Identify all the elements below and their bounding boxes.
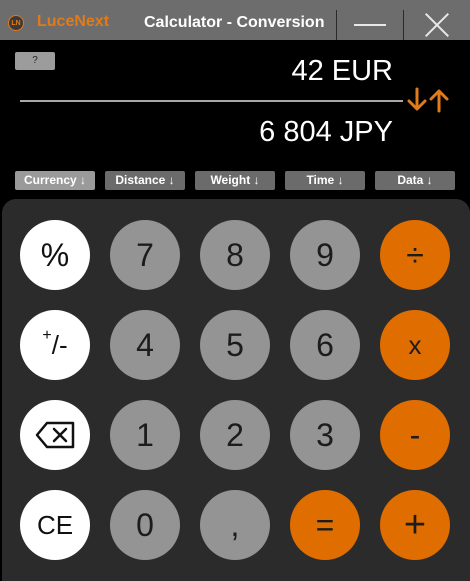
decimal-comma-key[interactable]: ,: [200, 490, 270, 560]
clear-entry-key[interactable]: CE: [20, 490, 90, 560]
percent-key[interactable]: %: [20, 220, 90, 290]
app-logo-text: LN: [11, 19, 21, 27]
digit-6-key[interactable]: 6: [290, 310, 360, 380]
converted-value: 6 804 JPY: [259, 116, 393, 148]
window-title: Calculator - Conversion: [144, 14, 325, 31]
equals-key[interactable]: =: [290, 490, 360, 560]
down-arrow-icon: [407, 87, 427, 111]
tab-distance[interactable]: Distance ↓: [105, 171, 185, 190]
tab-currency[interactable]: Currency ↓: [15, 171, 95, 190]
tab-weight[interactable]: Weight ↓: [195, 171, 275, 190]
digit-4-key[interactable]: 4: [110, 310, 180, 380]
keypad: % 7 8 9 ÷ +/- 4 5 6 x 1 2 3 - CE 0 , = +: [2, 199, 470, 581]
up-arrow-icon: [429, 89, 449, 113]
tab-time[interactable]: Time ↓: [285, 171, 365, 190]
backspace-icon: [35, 421, 75, 449]
title-bar: LN LuceNext Calculator - Conversion: [0, 0, 470, 40]
digit-9-key[interactable]: 9: [290, 220, 360, 290]
source-value: 42 EUR: [291, 55, 393, 87]
app-logo-icon: LN: [8, 15, 24, 31]
backspace-key[interactable]: [20, 400, 90, 470]
digit-3-key[interactable]: 3: [290, 400, 360, 470]
digit-0-key[interactable]: 0: [110, 490, 180, 560]
tab-data[interactable]: Data ↓: [375, 171, 455, 190]
divide-key[interactable]: ÷: [380, 220, 450, 290]
digit-8-key[interactable]: 8: [200, 220, 270, 290]
plus-minus-key[interactable]: +/-: [20, 310, 90, 380]
multiply-key[interactable]: x: [380, 310, 450, 380]
digit-2-key[interactable]: 2: [200, 400, 270, 470]
minus-key[interactable]: -: [380, 400, 450, 470]
help-button[interactable]: ?: [15, 52, 55, 70]
digit-7-key[interactable]: 7: [110, 220, 180, 290]
minimize-icon: [353, 24, 386, 26]
swap-button[interactable]: [407, 87, 449, 113]
close-icon: [425, 13, 449, 37]
conversion-tabs: Currency ↓ Distance ↓ Weight ↓ Time ↓ Da…: [0, 171, 470, 191]
plus-key[interactable]: +: [380, 490, 450, 560]
plus-minus-rest-glyph: /-: [51, 329, 68, 360]
minimize-button[interactable]: [336, 10, 402, 40]
brand-name: LuceNext: [37, 13, 110, 30]
digit-1-key[interactable]: 1: [110, 400, 180, 470]
close-button[interactable]: [403, 10, 469, 40]
digit-5-key[interactable]: 5: [200, 310, 270, 380]
plus-minus-plus-glyph: +: [42, 327, 52, 344]
display-divider: [20, 100, 403, 102]
